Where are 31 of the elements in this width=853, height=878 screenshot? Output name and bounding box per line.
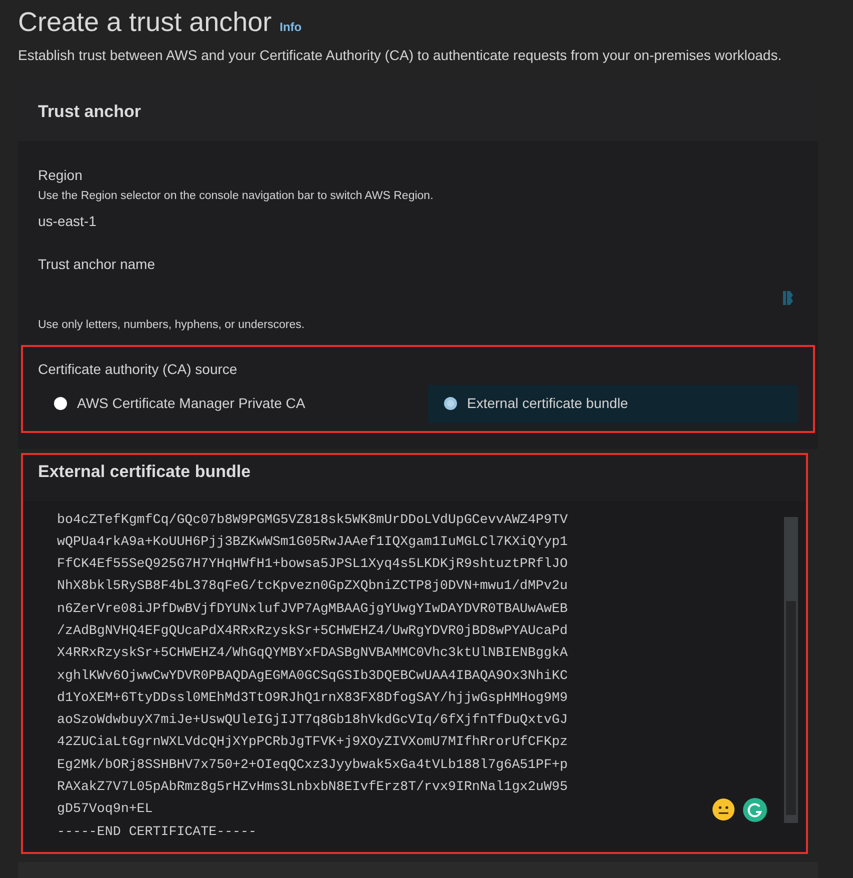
field-label: Trust anchor name	[38, 255, 156, 274]
certificate-line: RAXakZ7V7L05pAbRmz8g5rHZvHms3LnbxbN8EIvfErz8T/rvx9IRnNal1gx2uW95	[57, 778, 568, 796]
radio-option[interactable]: External certificate bundle	[428, 384, 798, 422]
certificate-line: NhX8bkl5RySB8F4bL378qFeG/tcKpvezn0GpZXQbniZCTP8j0DVN+mwu1/dMPv2u	[57, 577, 568, 596]
certificate-line: bo4cZTefKgmfCq/GQc07b8W9PGMG5VZ818sk5WK8mUrDDoLVdUpGCevvAWZ4P9TV	[57, 510, 568, 528]
scrollbar[interactable]	[784, 516, 798, 822]
certificate-line: d1YoXEM+6TtyDDssl0MEhMd3TtO9RJhQ1rnX83FX8DfogSAY/hjjwGspHMHog9M9	[57, 688, 568, 707]
field-hint: Use the Region selector on the console navigation bar to switch AWS Region.	[38, 189, 434, 204]
certificate-line: aoSzoWdwbuyX7miJe+UswQUleIGjIJT7q8Gb18hVkdGcVIq/6fXjfnTfDuQxtvGJ	[57, 711, 568, 730]
page-title: Create a trust anchor	[18, 6, 272, 39]
certificate-line: wQPUa4rkA9a+KoUUH6Pjj3BZKwWSm1G05RwJAAef1IQXgam1IuMGLCl7KXiQYyp1	[57, 532, 568, 551]
certificate-line: Eg2Mk/bORj8SSHBHV7x750+2+OIeqQCxz3Jyybwak5xGa4tVLb188l7g6A51PF+p	[57, 756, 568, 774]
certificate-line: FfCK4Ef55SeQ925G7H7YHqHWfH1+bowsa5JPSL1Xyq4s5LKDKjR9shtuztPRflJO	[57, 555, 568, 574]
region-value: us-east-1	[38, 212, 98, 232]
certificate-line: X4RRxRzyskSr+5CHWEHZ4/WhGqQYMBYxFDASBgNVBAMMC0Vhc3ktUlNBIENBggkA	[57, 644, 568, 662]
card-title: External certificate bundle	[38, 460, 252, 482]
certificate-line: -----END CERTIFICATE-----	[57, 822, 256, 841]
card-title: Trust anchor	[38, 100, 142, 122]
refresh-g-icon[interactable]	[743, 798, 767, 822]
info-link[interactable]: Info	[280, 18, 302, 36]
certificate-line: 42ZUCiaLtGgrnWXLVdcQHjXYpPCRbJgTFVK+j9XOyZIVXomU7MIfhRrorUfCFKpz	[57, 733, 568, 752]
field-label: Region	[38, 166, 84, 185]
neutral-face-icon[interactable]	[712, 798, 735, 820]
field-hint: Use only letters, numbers, hyphens, or underscores.	[38, 318, 306, 334]
radio-option[interactable]: AWS Certificate Manager Private CA	[38, 384, 408, 422]
page-description: Establish trust between AWS and your Certificate Authority (CA) to authenticate requests from your on-premises workloads.	[18, 46, 783, 65]
certificate-line: /zAdBgNVHQ4EFgQUcaPdX4RRxRzyskSr+5CHWEHZ4/UwRgYDVR0jBD8wPYAUcaPd	[57, 622, 568, 640]
certificate-line: xghlKWv6OjwwCwYDVR0PBAQDAgEGMA0GCSqGSIb3DQEBCwUAA4IBAQA9Ox3NhiKC	[57, 666, 568, 685]
certificate-line: gD57Voq9n+EL	[57, 800, 153, 818]
certificate-line: n6ZerVre08iJPfDwBVjfDYUNxlufJVP7AgMBAAGjgYUwgYIwDAYDVR0TBAUwAwEB	[57, 600, 568, 618]
field-label: Certificate authority (CA) source	[38, 360, 238, 379]
